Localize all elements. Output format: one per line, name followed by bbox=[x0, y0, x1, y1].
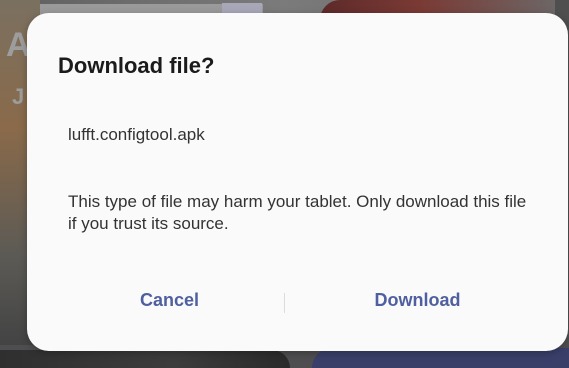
background-card-bottom-left bbox=[0, 350, 290, 368]
file-name: lufft.configtool.apk bbox=[68, 125, 205, 144]
warning-message: This type of file may harm your tablet. … bbox=[68, 192, 527, 233]
button-divider bbox=[284, 293, 285, 313]
background-card-bottom-right bbox=[312, 348, 569, 368]
download-dialog: Download file? lufft.configtool.apk This… bbox=[27, 13, 568, 351]
dialog-title: Download file? bbox=[58, 53, 215, 78]
cancel-button[interactable]: Cancel bbox=[99, 290, 240, 316]
download-button[interactable]: Download bbox=[347, 290, 488, 316]
screen: A J Download file? lufft.configtool.apk … bbox=[0, 0, 569, 368]
background-letter: J bbox=[12, 84, 25, 109]
